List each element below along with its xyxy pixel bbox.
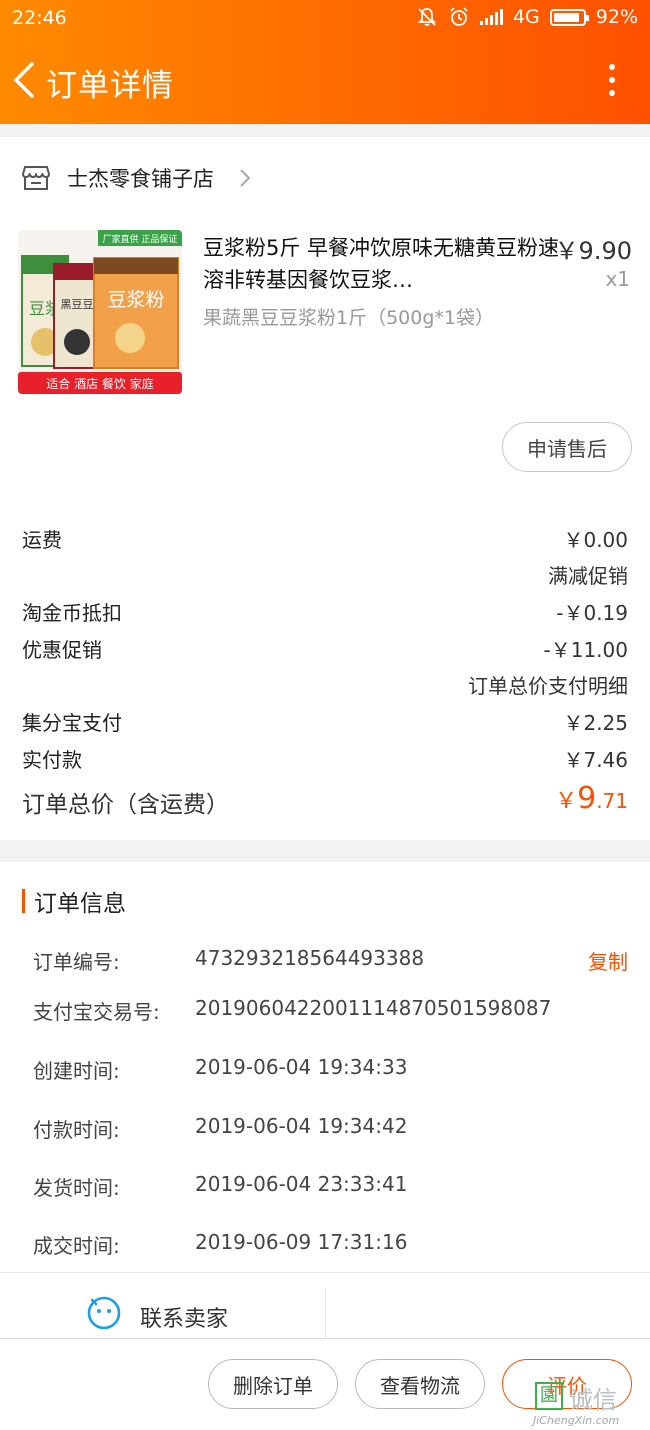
image-banner-text: 厂家直供 正品保证 <box>103 233 178 245</box>
contact-seller-label[interactable]: 联系卖家 <box>140 1301 228 1333</box>
status-time: 22:46 <box>12 7 67 29</box>
signal-icon <box>479 9 503 25</box>
more-menu-icon[interactable] <box>608 64 616 96</box>
fee-value: ￥2.25 <box>563 711 628 735</box>
watermark: 園 诚信 JiChengXin.com <box>533 1380 650 1430</box>
fee-row-coin: 淘金币抵扣 -￥0.19 <box>0 597 650 627</box>
aftersale-button[interactable]: 申请售后 <box>502 422 632 472</box>
order-info-heading: 订单信息 <box>22 888 126 917</box>
product-quantity: x1 <box>605 267 630 291</box>
app-header: 22:46 4G 92% 订单详情 <box>0 0 650 124</box>
info-value: 2019060422001114870501598087 <box>195 996 552 1020</box>
order-total-row: 订单总价（含运费） ￥9.71 <box>0 781 650 818</box>
status-bar: 22:46 4G 92% <box>0 0 650 38</box>
shop-name: 士杰零食铺子店 <box>67 167 214 191</box>
info-label: 付款时间: <box>33 1118 120 1142</box>
fee-row-paid: 实付款 ￥7.46 <box>0 744 650 774</box>
product-title[interactable]: 豆浆粉5斤 早餐冲饮原味无糖黄豆粉速溶非转基因餐饮豆浆… <box>203 232 563 296</box>
info-label: 成交时间: <box>33 1234 120 1258</box>
fee-row-shipping: 运费 ￥0.00 <box>0 524 650 554</box>
total-integer: 9 <box>577 781 597 816</box>
product-thumbnail: 厂家直供 正品保证 豆浆 黑豆豆 豆浆粉 适合 酒店 餐饮 家庭 <box>18 230 182 394</box>
product-price: ￥9.90 <box>554 237 632 265</box>
image-bag-right-text: 豆浆粉 <box>107 289 164 311</box>
fee-row-discount: 优惠促销 -￥11.00 <box>0 634 650 664</box>
contact-divider <box>325 1289 326 1339</box>
order-info-card: 订单信息 订单编号: 473293218564493388 复制 支付宝交易号:… <box>0 862 650 1272</box>
fee-label: 运费 <box>22 528 62 552</box>
mute-bell-icon <box>417 8 437 26</box>
fee-row-jifenbao: 集分宝支付 ￥2.25 <box>0 707 650 737</box>
shop-icon <box>22 166 50 190</box>
back-arrow-icon[interactable] <box>10 58 42 102</box>
fee-label: 集分宝支付 <box>22 711 122 735</box>
nav-bar: 订单详情 <box>0 50 650 110</box>
status-icons: 4G 92% <box>416 6 638 28</box>
total-currency: ￥ <box>555 789 578 814</box>
info-label: 创建时间: <box>33 1059 120 1083</box>
fee-label: 实付款 <box>22 748 82 772</box>
info-value: 2019-06-04 19:34:33 <box>195 1055 408 1079</box>
image-bag-mid-text: 黑豆豆 <box>61 298 94 311</box>
fee-row-payment-detail: 订单总价支付明细 <box>0 670 650 700</box>
chat-face-icon[interactable] <box>87 1296 121 1330</box>
info-value: 2019-06-09 17:31:16 <box>195 1230 408 1254</box>
order-total-label: 订单总价（含运费） <box>22 792 229 818</box>
fee-value: -￥0.19 <box>556 601 628 625</box>
chevron-right-icon <box>240 169 251 187</box>
order-total-amount: ￥9.71 <box>555 781 628 816</box>
network-label: 4G <box>512 6 540 28</box>
fee-row-promo-note: 满减促销 <box>0 560 650 590</box>
payment-detail-link[interactable]: 订单总价支付明细 <box>468 670 628 699</box>
fee-value: ￥7.46 <box>563 748 628 772</box>
image-footer-text: 适合 酒店 餐饮 家庭 <box>46 376 153 391</box>
fee-label: 淘金币抵扣 <box>22 601 122 625</box>
battery-icon <box>549 8 589 26</box>
watermark-cn: 诚信 <box>569 1386 617 1414</box>
order-info-title: 订单信息 <box>34 891 126 917</box>
info-value: 473293218564493388 <box>195 946 425 970</box>
heading-accent-bar <box>22 889 25 913</box>
page-title: 订单详情 <box>46 68 174 104</box>
fee-label: 优惠促销 <box>22 638 102 662</box>
fee-value: ￥0.00 <box>563 528 628 552</box>
alarm-icon <box>450 7 468 26</box>
info-value: 2019-06-04 23:33:41 <box>195 1172 408 1196</box>
info-label: 发货时间: <box>33 1176 120 1200</box>
fees-card: 运费 ￥0.00 满减促销 淘金币抵扣 -￥0.19 优惠促销 -￥11.00 … <box>0 502 650 840</box>
product-sku: 果蔬黑豆豆浆粉1斤（500g*1袋） <box>203 307 495 329</box>
contact-seller-bar: 联系卖家 <box>0 1272 650 1339</box>
total-decimal: .71 <box>596 789 628 813</box>
fee-value: -￥11.00 <box>543 638 628 662</box>
battery-level: 92% <box>595 6 638 28</box>
watermark-logo: 園 <box>535 1382 563 1410</box>
delete-order-button[interactable]: 删除订单 <box>208 1359 338 1409</box>
watermark-en: JiChengXin.com <box>533 1414 620 1427</box>
info-label: 支付宝交易号: <box>33 1000 160 1024</box>
promo-detail-link[interactable]: 满减促销 <box>548 560 628 589</box>
product-card: 士杰零食铺子店 厂家直供 正品保证 豆浆 黑豆豆 豆浆粉 适合 酒店 餐饮 家庭… <box>0 137 650 502</box>
info-value: 2019-06-04 19:34:42 <box>195 1114 408 1138</box>
product-image[interactable]: 厂家直供 正品保证 豆浆 黑豆豆 豆浆粉 适合 酒店 餐饮 家庭 <box>18 230 182 394</box>
view-logistics-button[interactable]: 查看物流 <box>355 1359 485 1409</box>
shop-row[interactable]: 士杰零食铺子店 <box>0 137 650 217</box>
info-label: 订单编号: <box>33 950 120 974</box>
copy-button[interactable]: 复制 <box>588 946 628 975</box>
